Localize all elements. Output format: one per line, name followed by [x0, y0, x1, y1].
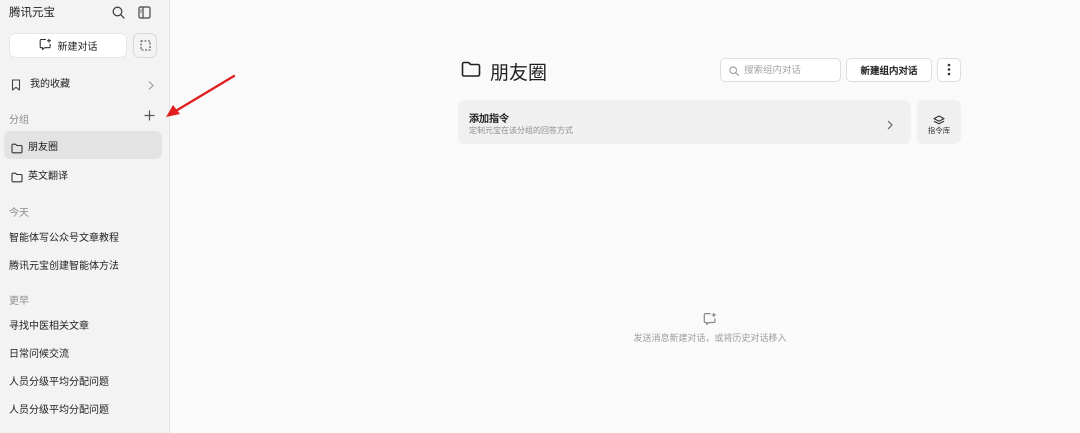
annotation-arrow [166, 74, 236, 117]
group-search-field[interactable] [720, 58, 841, 82]
new-chat-icon [39, 38, 52, 53]
plus-icon [144, 110, 154, 120]
add-instruction-subtitle: 定制元宝在该分组的回答方式 [469, 126, 573, 135]
chat-history-item[interactable]: 人员分级平均分配问题 [4, 398, 162, 418]
search-icon [729, 61, 739, 80]
chat-history-item[interactable]: 人员分级平均分配问题 [4, 370, 162, 390]
sidebar: 腾讯元宝 新建对话 我的收藏 分组 朋友圈 英文翻译 今天 智能体写公众号文章教… [0, 0, 170, 433]
add-instruction-card[interactable]: 添加指令 定制元宝在该分组的回答方式 [458, 100, 911, 144]
new-chat-button[interactable]: 新建对话 [9, 33, 127, 58]
new-chat-icon [703, 310, 717, 329]
sidebar-toggle-icon[interactable] [136, 4, 152, 20]
page-title: 朋友圈 [490, 61, 548, 84]
group-label: 朋友圈 [28, 141, 58, 153]
app-title: 腾讯元宝 [9, 5, 55, 19]
group-label: 英文翻译 [28, 170, 68, 182]
chat-history-item[interactable]: 日常问候交流 [4, 342, 162, 362]
app-window: 腾讯元宝 新建对话 我的收藏 分组 朋友圈 英文翻译 今天 智能体写公众号文章教… [0, 0, 1080, 433]
instruction-library-button[interactable]: 指令库 [917, 100, 961, 144]
chevron-right-icon [147, 76, 155, 95]
folder-icon [461, 61, 481, 82]
instruction-library-label: 指令库 [927, 126, 951, 135]
favorites-label: 我的收藏 [30, 78, 70, 90]
add-group-button[interactable] [142, 108, 156, 122]
group-item[interactable]: 朋友圈 [4, 131, 162, 159]
bookmark-icon [11, 76, 21, 95]
empty-state-text: 发送消息新建对话，或将历史对话移入 [633, 334, 787, 344]
more-options-button[interactable] [937, 58, 961, 82]
chat-history-item[interactable]: 智能体写公众号文章教程 [4, 226, 162, 246]
chevron-right-icon [886, 116, 894, 135]
select-square-button[interactable] [133, 33, 157, 58]
folder-icon [11, 139, 23, 158]
group-item[interactable]: 英文翻译 [4, 160, 162, 188]
favorites-item[interactable]: 我的收藏 [4, 71, 162, 93]
new-group-chat-button[interactable]: 新建组内对话 [846, 58, 932, 82]
today-section-label: 今天 [9, 208, 29, 219]
groups-section-label: 分组 [9, 115, 29, 126]
page-title-wrap: 朋友圈 [461, 58, 547, 84]
chat-history-item[interactable]: 寻找中医相关文章 [4, 314, 162, 334]
new-chat-label: 新建对话 [57, 42, 98, 53]
add-instruction-title: 添加指令 [469, 114, 509, 125]
chat-history-item[interactable]: 腾讯元宝创建智能体方法 [4, 254, 162, 274]
group-search-input[interactable] [744, 64, 839, 76]
folder-icon [11, 168, 23, 187]
earlier-section-label: 更早 [9, 296, 29, 307]
sidebar-header: 腾讯元宝 [9, 4, 164, 20]
search-icon[interactable] [110, 4, 126, 20]
more-vertical-icon [947, 61, 951, 80]
select-square-icon [139, 36, 151, 55]
